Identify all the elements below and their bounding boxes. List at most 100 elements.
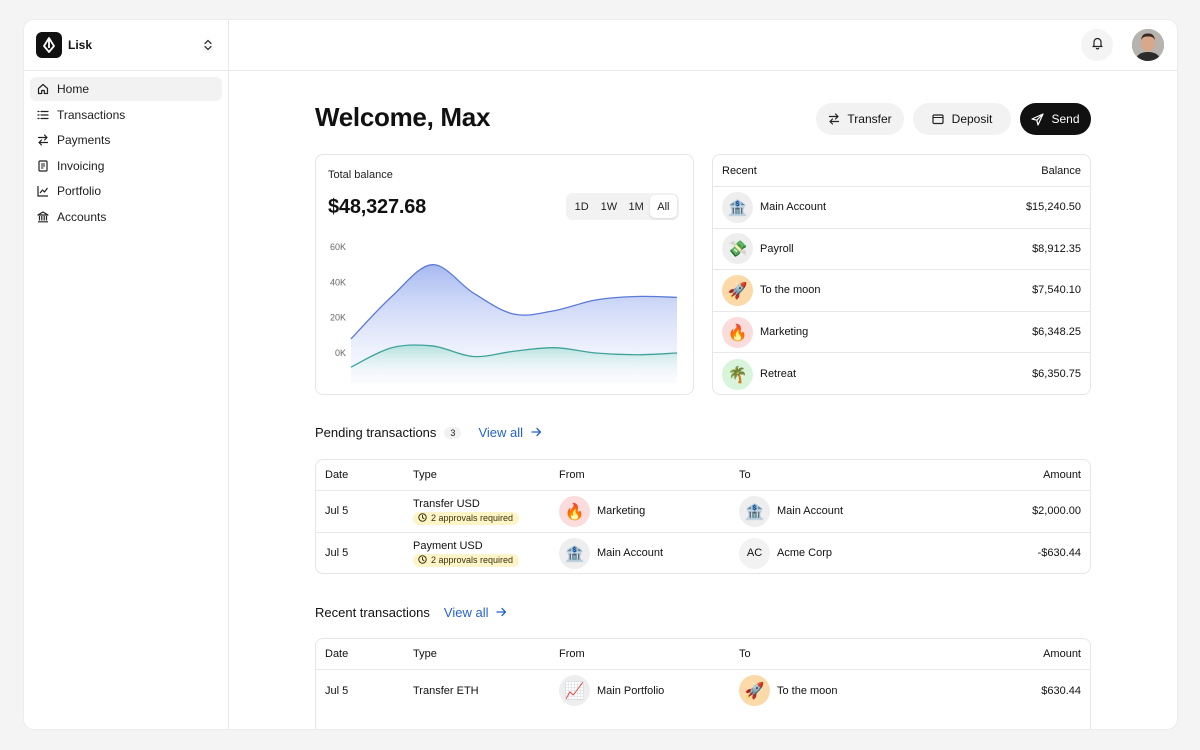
- table-header-row: Date Type From To Amount: [316, 639, 1090, 670]
- tx-date: Jul 5: [325, 684, 349, 697]
- table-header-row: Date Type From To Amount: [316, 460, 1090, 491]
- view-all-label: View all: [478, 425, 523, 440]
- notifications-button[interactable]: [1081, 29, 1113, 61]
- account-name: To the moon: [760, 284, 821, 297]
- sidebar: Lisk Home Transactions Payments Invoicin…: [24, 20, 229, 729]
- balance-chart: 60K 40K 20K 0K: [330, 242, 678, 383]
- workspace-switcher[interactable]: Lisk: [24, 20, 228, 71]
- tx-date: Jul 5: [325, 547, 349, 560]
- sidebar-item-transactions[interactable]: Transactions: [30, 103, 222, 127]
- account-emoji-icon: 🚀: [739, 675, 770, 707]
- account-emoji-icon: 🔥: [559, 495, 590, 527]
- arrows-icon: [37, 134, 49, 146]
- avatar[interactable]: [1132, 29, 1164, 61]
- col-from-header: From: [559, 648, 585, 660]
- sidebar-item-accounts[interactable]: Accounts: [30, 205, 222, 229]
- recent-accounts-card: Recent Balance 🏦 Main Account $15,240.50 💸 P…: [712, 154, 1091, 395]
- list-item[interactable]: 💸 Payroll $8,912.35: [713, 229, 1090, 271]
- col-date-header: Date: [325, 648, 349, 660]
- range-option-1w[interactable]: 1W: [595, 195, 622, 218]
- list-item[interactable]: 🔥 Marketing $6,348.25: [713, 312, 1090, 354]
- y-tick-label: 60K: [330, 242, 346, 252]
- pending-transactions-heading: Pending transactions 3 View all: [315, 425, 542, 440]
- tx-type: Transfer ETH: [413, 684, 479, 697]
- topbar: [229, 20, 1177, 71]
- chevron-updown-icon[interactable]: [200, 37, 216, 53]
- to-party: 🏦 Main Account: [739, 495, 843, 527]
- account-balance: $7,540.10: [1032, 284, 1081, 297]
- list-icon: [37, 109, 49, 121]
- home-icon: [37, 83, 49, 95]
- action-buttons: Transfer Deposit Send: [816, 103, 1091, 135]
- table-row[interactable]: Jul 5 Payment USD 2 approvals required 🏦 Mai…: [316, 533, 1090, 573]
- tx-type-cell: Payment USD 2 approvals required: [413, 533, 520, 573]
- list-item[interactable]: 🌴 Retreat $6,350.75: [713, 353, 1090, 394]
- sidebar-item-label: Transactions: [57, 107, 126, 122]
- sidebar-item-home[interactable]: Home: [30, 77, 222, 101]
- approval-badge: 2 approvals required: [413, 553, 520, 567]
- tx-type-wrap: Payment USD 2 approvals required: [413, 540, 520, 567]
- account-balance: $6,348.25: [1032, 326, 1081, 339]
- account-emoji-icon: 🏦: [739, 495, 770, 527]
- clock-icon: [418, 555, 427, 566]
- tx-from-cell: 📈 Main Portfolio: [559, 670, 664, 712]
- col-amount-header: Amount: [1043, 469, 1081, 481]
- deposit-button[interactable]: Deposit: [913, 103, 1011, 135]
- arrow-right-icon: [531, 425, 542, 440]
- send-button[interactable]: Send: [1020, 103, 1091, 135]
- initials-avatar: AC: [739, 537, 770, 569]
- account-balance: $6,350.75: [1032, 368, 1081, 381]
- table-row[interactable]: Jul 5 Transfer USD 2 approvals required 🔥 Ma…: [316, 491, 1090, 533]
- approval-badge: 2 approvals required: [413, 511, 520, 525]
- recent-accounts-header: Recent Balance: [713, 155, 1090, 187]
- col-amount-header: Amount: [1043, 648, 1081, 660]
- tx-to-cell: 🚀 To the moon: [739, 670, 838, 712]
- sidebar-item-portfolio[interactable]: Portfolio: [30, 179, 222, 203]
- list-item[interactable]: 🏦 Main Account $15,240.50: [713, 187, 1090, 229]
- tx-from-cell: 🔥 Marketing: [559, 491, 645, 532]
- to-party: AC Acme Corp: [739, 537, 833, 569]
- to-name: Acme Corp: [777, 547, 833, 560]
- approval-text: 2 approvals required: [431, 555, 514, 566]
- range-selector: 1D 1W 1M All: [566, 193, 679, 220]
- sidebar-item-invoicing[interactable]: Invoicing: [30, 154, 222, 178]
- from-party: 🔥 Marketing: [559, 495, 645, 527]
- bell-icon: [1091, 36, 1104, 55]
- tx-type-wrap: Transfer USD 2 approvals required: [413, 498, 520, 525]
- transfer-button-label: Transfer: [847, 112, 892, 126]
- tx-type-cell: Transfer ETH: [413, 670, 479, 712]
- sidebar-item-payments[interactable]: Payments: [30, 128, 222, 152]
- transfer-button[interactable]: Transfer: [816, 103, 904, 135]
- recent-view-all-link[interactable]: View all: [444, 605, 508, 620]
- account-emoji-icon: 🏦: [722, 191, 753, 223]
- list-item[interactable]: 🚀 To the moon $7,540.10: [713, 270, 1090, 312]
- pending-view-all-link[interactable]: View all: [478, 425, 542, 440]
- account-emoji-icon: 🏦: [559, 537, 590, 569]
- arrow-right-icon: [496, 605, 507, 620]
- account-emoji-icon: 🚀: [722, 274, 753, 306]
- tx-amount: -$630.44: [1037, 547, 1081, 560]
- account-name: Payroll: [760, 242, 794, 255]
- col-from-header: From: [559, 469, 585, 481]
- account-emoji-icon: 🔥: [722, 316, 753, 348]
- account-balance: $15,240.50: [1025, 201, 1081, 214]
- sidebar-item-label: Payments: [57, 133, 111, 148]
- arrows-icon: [828, 113, 840, 126]
- to-party: 🚀 To the moon: [739, 675, 838, 707]
- from-name: Main Portfolio: [597, 684, 665, 697]
- col-type-header: Type: [413, 469, 437, 481]
- from-party: 📈 Main Portfolio: [559, 675, 665, 707]
- deposit-button-label: Deposit: [951, 112, 993, 126]
- range-option-1d[interactable]: 1D: [568, 195, 595, 218]
- account-name: Main Account: [760, 201, 827, 214]
- range-option-all[interactable]: All: [649, 195, 677, 218]
- table-row[interactable]: Jul 5 Transfer ETH 📈 Main Portfolio 🚀 To the …: [316, 670, 1090, 712]
- paper-plane-icon: [1031, 112, 1045, 126]
- tx-date: Jul 5: [325, 505, 349, 518]
- account-name: Marketing: [760, 326, 809, 339]
- range-option-1m[interactable]: 1M: [623, 195, 650, 218]
- tx-amount: $630.44: [1041, 684, 1081, 697]
- account-name: Retreat: [760, 368, 797, 381]
- y-tick-label: 20K: [330, 313, 346, 323]
- balance-column-header: Balance: [1041, 164, 1081, 177]
